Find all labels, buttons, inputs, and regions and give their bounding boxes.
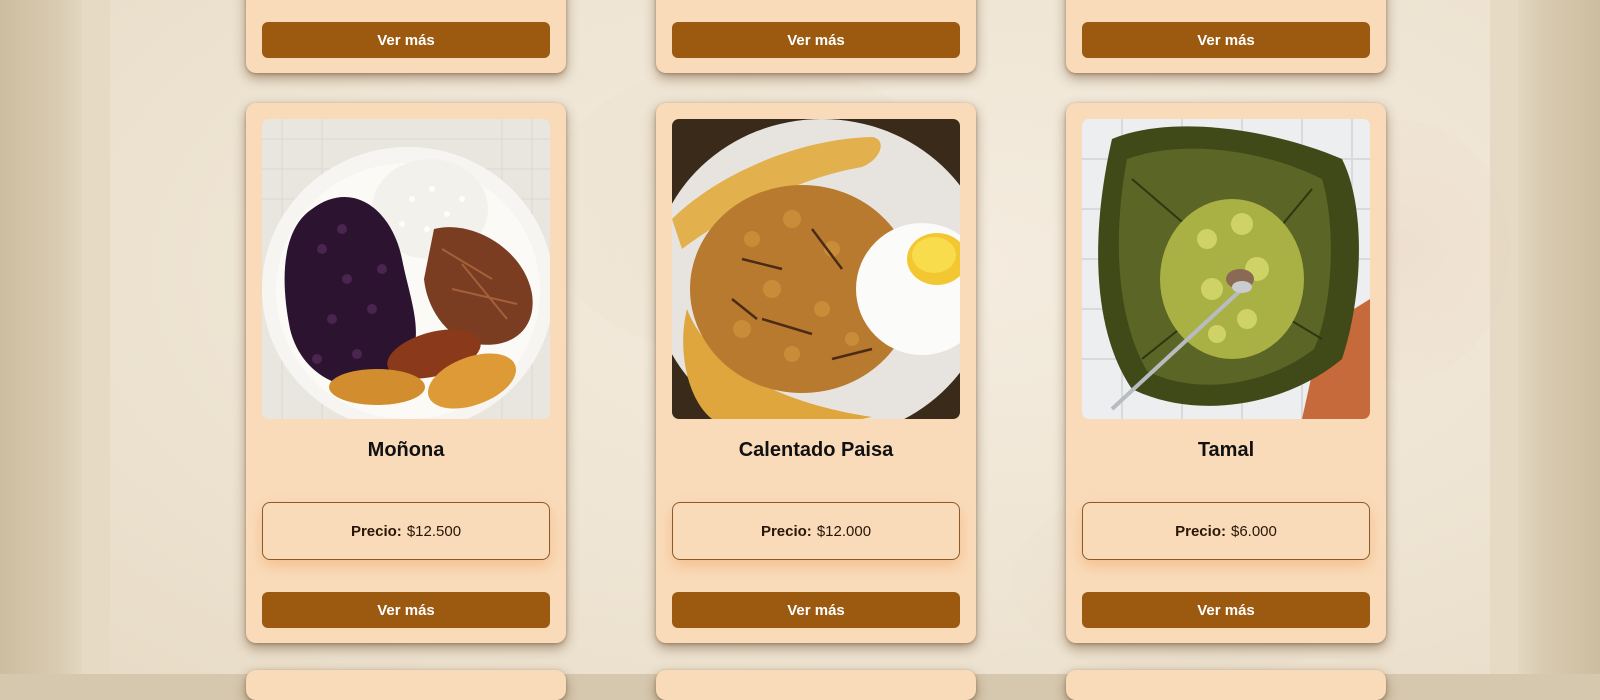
price-label: Precio:: [760, 522, 812, 540]
price-value: $6.000: [1230, 522, 1277, 540]
product-name: Moñona: [367, 439, 445, 461]
ver-mas-button[interactable]: Ver más: [672, 22, 960, 58]
price-value: $12.500: [406, 522, 462, 540]
product-card: Calentado Paisa Precio: $12.000 Ver más: [656, 103, 976, 643]
price-label: Precio:: [1175, 522, 1226, 540]
product-card-partial: Ver más: [246, 0, 566, 73]
price-box: Precio: $12.000: [672, 502, 960, 560]
ver-mas-button[interactable]: Ver más: [1082, 592, 1370, 628]
ver-mas-button[interactable]: Ver más: [262, 592, 550, 628]
ver-mas-button[interactable]: Ver más: [1082, 22, 1370, 58]
product-card-partial: Ver más: [656, 0, 976, 73]
product-name: Calentado Paisa: [738, 439, 894, 461]
page-margin-left: [0, 0, 82, 674]
product-card-partial: [656, 670, 976, 700]
product-image-monona: [262, 119, 550, 419]
page-margin-right: [1518, 0, 1600, 674]
product-card-partial: [246, 670, 566, 700]
product-image-tamal: [1082, 119, 1370, 419]
product-card-partial: Ver más: [1066, 0, 1386, 73]
product-card: Moñona Precio: $12.500 Ver más: [246, 103, 566, 643]
product-card: Tamal Precio: $6.000 Ver más: [1066, 103, 1386, 643]
product-name: Tamal: [1197, 439, 1255, 461]
ver-mas-button[interactable]: Ver más: [672, 592, 960, 628]
price-value: $12.000: [816, 522, 872, 540]
price-box: Precio: $12.500: [262, 502, 550, 560]
price-label: Precio:: [350, 522, 402, 540]
product-image-calentado-paisa: [672, 119, 960, 419]
product-card-partial: [1066, 670, 1386, 700]
price-box: Precio: $6.000: [1082, 502, 1370, 560]
ver-mas-button[interactable]: Ver más: [262, 22, 550, 58]
